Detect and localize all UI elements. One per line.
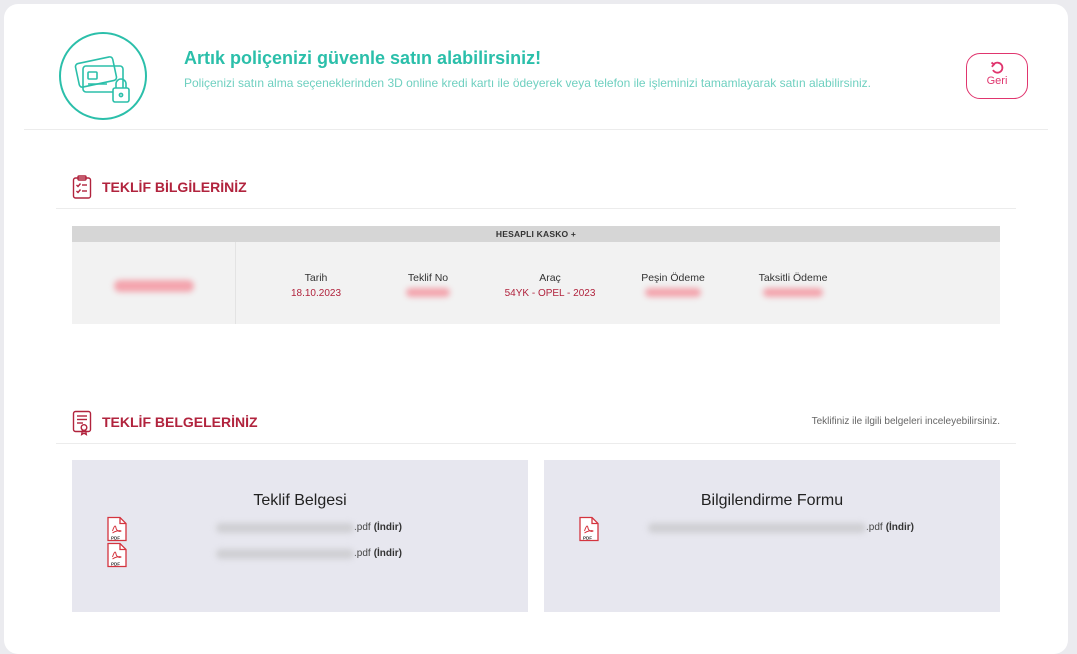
document-card-title: Bilgilendirme Formu (700, 492, 844, 509)
hero-description: Poliçenizi satın alma seçeneklerinden 3D… (184, 76, 871, 90)
document-file-row: .pdf (İndir) (216, 548, 402, 559)
offer-installment-payment-value (754, 288, 832, 300)
offer-date: Tarih 18.10.2023 (286, 272, 346, 299)
download-link[interactable]: (İndir) (374, 548, 402, 559)
document-file-name (216, 522, 354, 533)
download-link[interactable]: (İndir) (886, 522, 914, 533)
offer-documents-note: Teklifiniz ile ilgili belgeleri inceleye… (811, 416, 1000, 427)
pdf-file-icon[interactable]: PDF (106, 542, 128, 568)
offer-installment-payment: Taksitli Ödeme (754, 272, 832, 300)
offer-number-label: Teklif No (407, 272, 449, 284)
offer-documents-title: TEKLİF BELGELERİNİZ (102, 414, 258, 430)
offer-documents-header: TEKLİF BELGELERİNİZ Teklifiniz ile ilgil… (56, 400, 1016, 444)
offer-product-name: HESAPLI KASKO + (72, 226, 1000, 242)
document-card-info-form: Bilgilendirme Formu PDF .pdf (İndir) (544, 460, 1000, 612)
document-file-ext: .pdf (354, 522, 371, 533)
svg-text:PDF: PDF (111, 562, 120, 567)
svg-text:PDF: PDF (583, 536, 592, 541)
offer-vehicle: Araç 54YK - OPEL - 2023 (500, 272, 600, 299)
document-file-name (216, 548, 354, 559)
back-button-label: Geri (986, 75, 1008, 87)
document-card-title: Teklif Belgesi (253, 492, 347, 509)
purchase-hero: Artık poliçenizi güvenle satın alabilirs… (24, 4, 1048, 130)
offer-info-title: TEKLİF BİLGİLERİNİZ (102, 179, 247, 195)
offer-cash-payment-value (638, 288, 708, 300)
pdf-file-icon[interactable]: PDF (578, 516, 600, 542)
hero-title: Artık poliçenizi güvenle satın alabilirs… (184, 48, 542, 68)
offer-date-value: 18.10.2023 (290, 288, 342, 299)
offer-vehicle-value: 54YK - OPEL - 2023 (504, 288, 596, 299)
pdf-file-icon[interactable]: PDF (106, 516, 128, 542)
offer-summary: HESAPLI KASKO + Tarih 18.10.2023 Teklif … (72, 226, 1000, 324)
svg-text:PDF: PDF (111, 536, 120, 541)
offer-date-label: Tarih (304, 272, 328, 284)
document-card-offer: Teklif Belgesi PDF PDF .pdf (İndir) .pdf… (72, 460, 528, 612)
offer-info-header: TEKLİF BİLGİLERİNİZ (56, 165, 1016, 209)
document-file-row: .pdf (İndir) (648, 522, 914, 533)
offer-cash-payment-label: Peşin Ödeme (641, 272, 705, 284)
credit-card-lock-icon (59, 32, 147, 120)
undo-icon (990, 61, 1004, 74)
offer-vehicle-label: Araç (539, 272, 561, 284)
certificate-document-icon (72, 410, 92, 436)
offer-installment-payment-label: Taksitli Ödeme (758, 272, 828, 284)
document-file-ext: .pdf (866, 522, 883, 533)
main-card: Artık poliçenizi güvenle satın alabilirs… (4, 4, 1068, 654)
back-button[interactable]: Geri (966, 53, 1028, 99)
download-link[interactable]: (İndir) (374, 522, 402, 533)
clipboard-checklist-icon (72, 175, 92, 199)
offer-number: Teklif No (396, 272, 460, 300)
offer-number-value (396, 288, 460, 300)
document-file-ext: .pdf (354, 548, 371, 559)
document-file-row: .pdf (İndir) (216, 522, 402, 533)
offer-cash-payment: Peşin Ödeme (638, 272, 708, 300)
insurer-logo (72, 242, 236, 324)
document-file-name (648, 522, 866, 533)
